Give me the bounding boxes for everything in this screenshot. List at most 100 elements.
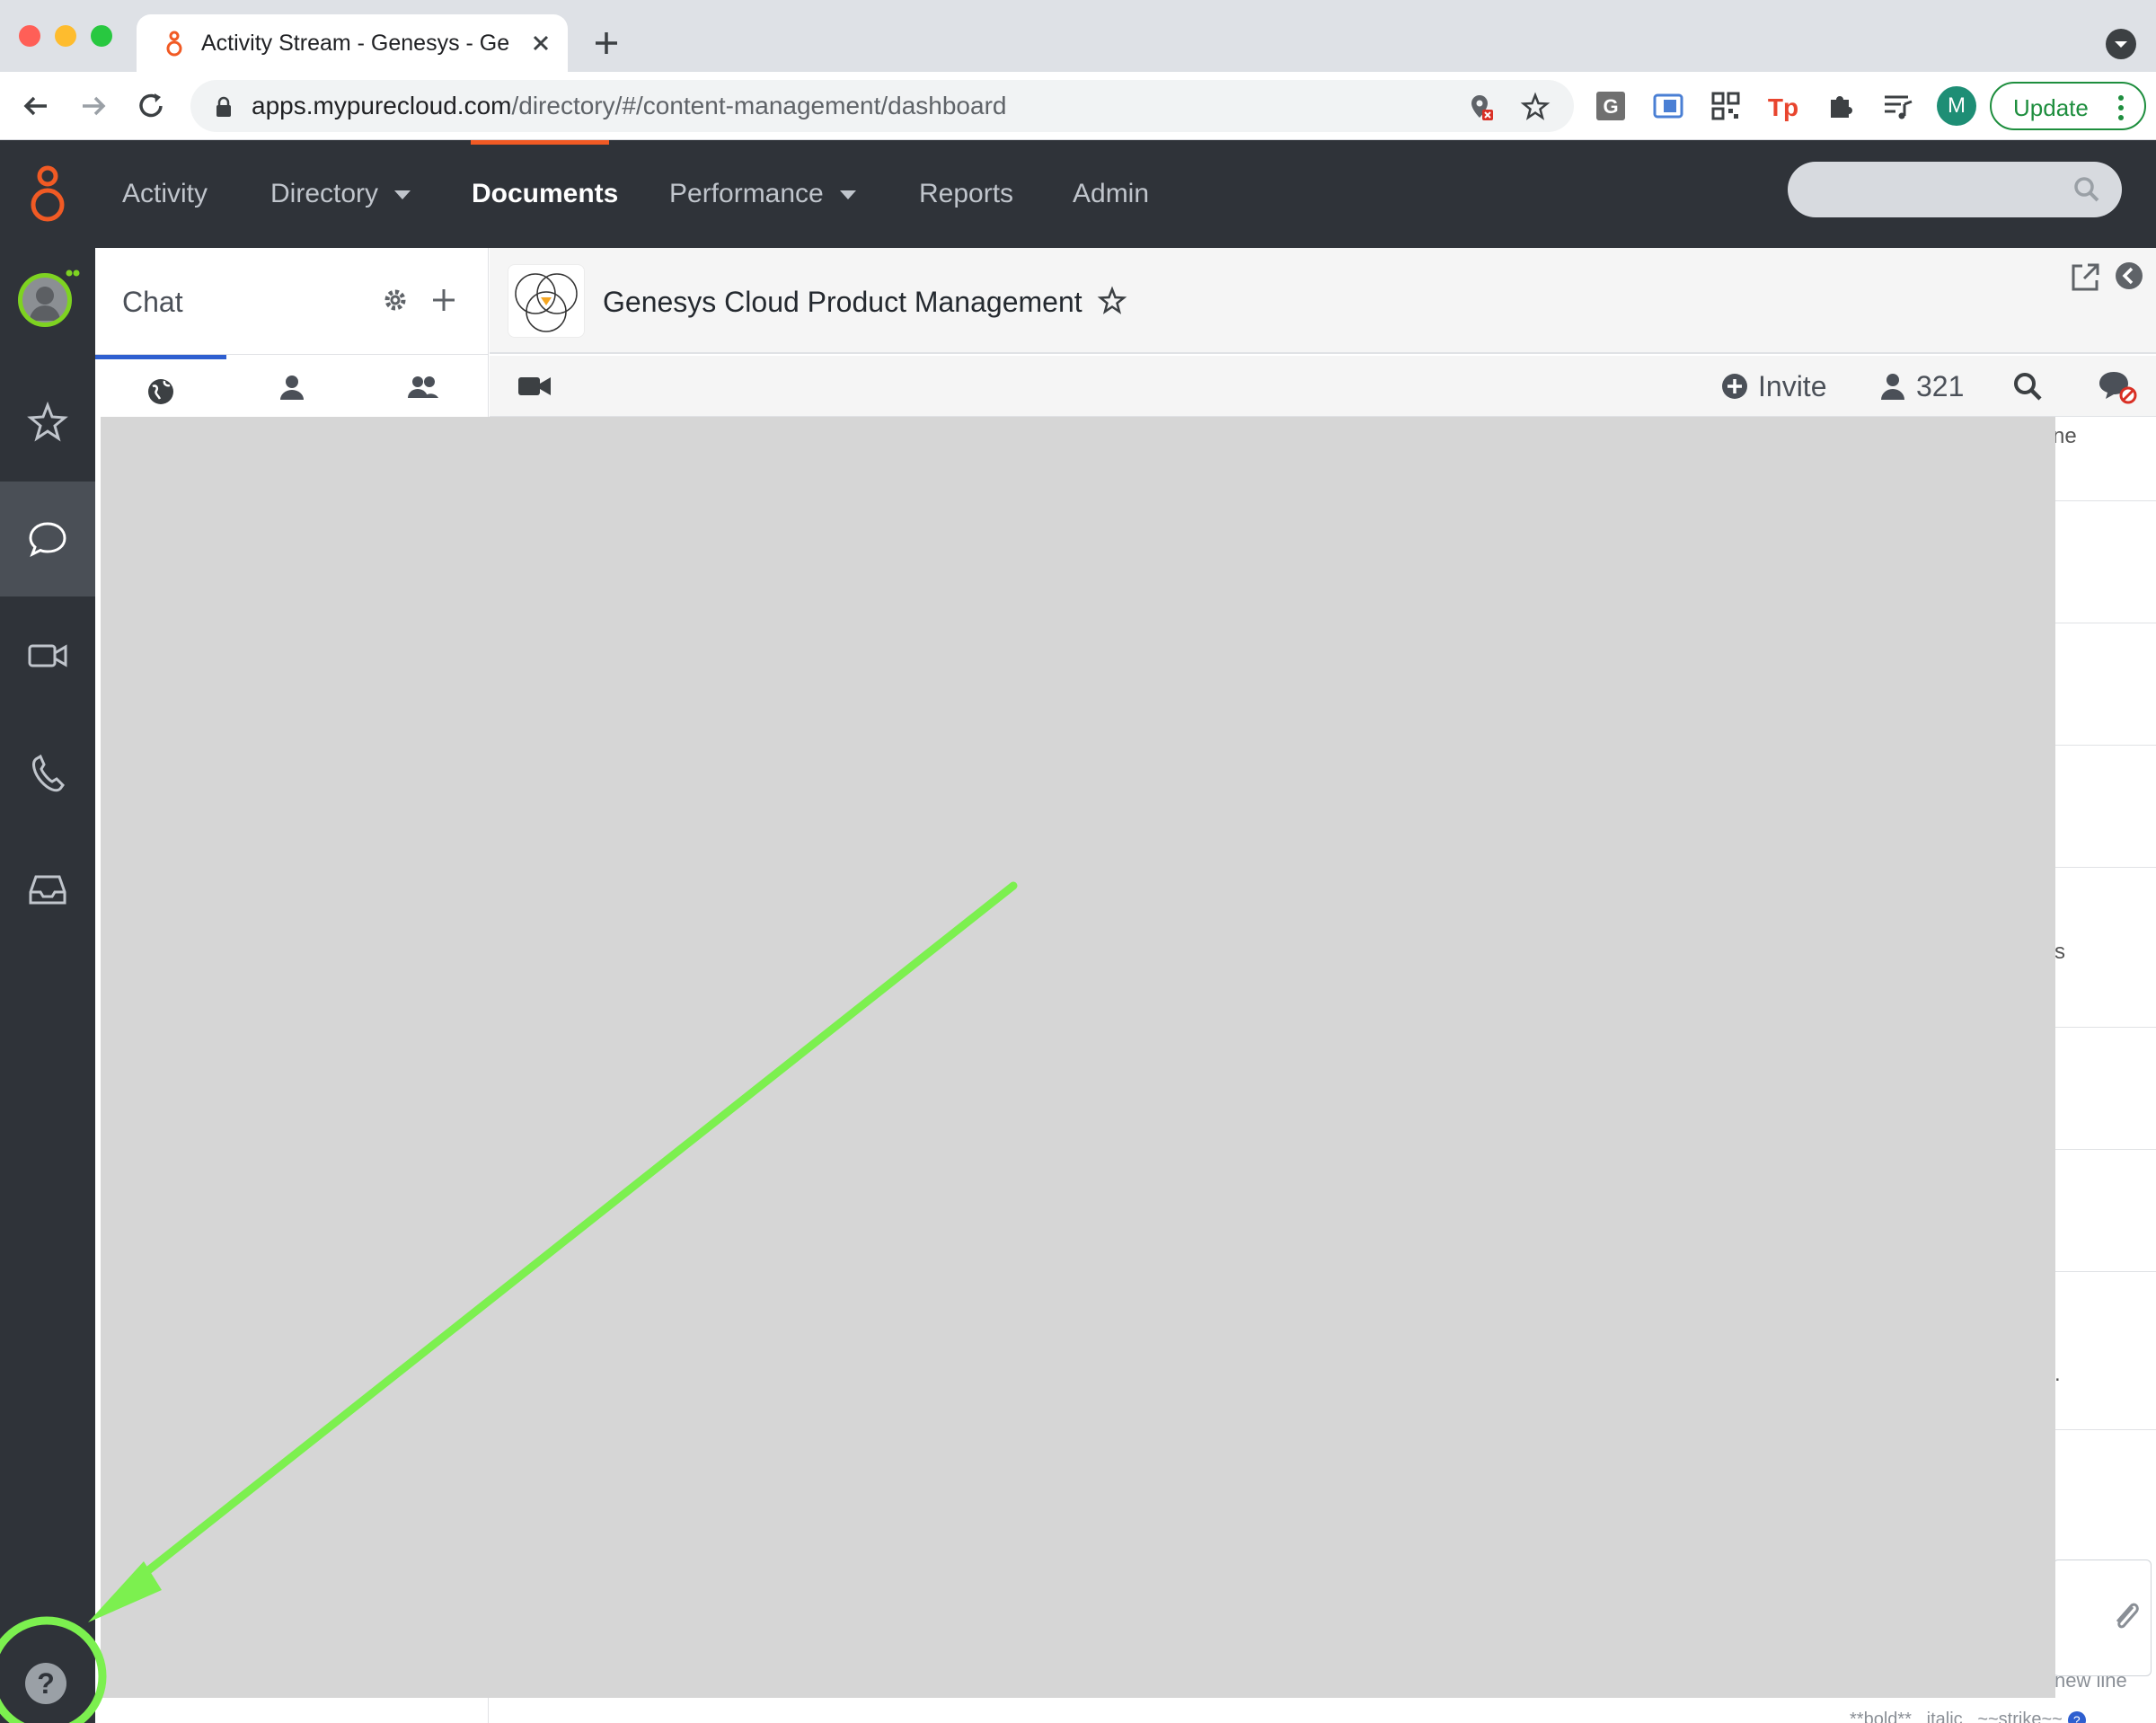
chat-panel-title: Chat bbox=[122, 286, 183, 318]
list-item bbox=[2054, 868, 2156, 1028]
close-window-button[interactable] bbox=[19, 25, 40, 47]
forward-arrow-icon[interactable] bbox=[75, 88, 111, 124]
lock-icon bbox=[216, 96, 231, 117]
favorite-star-icon[interactable] bbox=[1097, 286, 1127, 316]
paperclip-icon[interactable] bbox=[2109, 1598, 2142, 1634]
list-item bbox=[2054, 1272, 2156, 1430]
address-bar[interactable]: apps.mypurecloud.com/directory/#/content… bbox=[190, 80, 1574, 132]
user-presence-button[interactable] bbox=[0, 248, 95, 363]
member-count: 321 bbox=[1916, 370, 1965, 402]
app-window: Activity Stream - Genesys - Ge apps.mypu… bbox=[0, 0, 2156, 1723]
genesys-logo-icon[interactable] bbox=[25, 160, 70, 228]
inbox-tray-icon bbox=[29, 875, 66, 905]
star-icon bbox=[27, 401, 68, 442]
active-nav-indicator bbox=[471, 140, 609, 145]
nav-activity[interactable]: Activity bbox=[122, 176, 208, 212]
list-item bbox=[2054, 1150, 2156, 1272]
bookmark-star-icon[interactable] bbox=[1520, 92, 1551, 122]
app-top-nav: Activity Directory Documents Performance… bbox=[0, 140, 2156, 248]
phone-icon bbox=[32, 754, 65, 792]
list-item bbox=[2054, 1028, 2156, 1150]
sidebar-item-favorites[interactable] bbox=[0, 365, 95, 480]
chat-bubble-icon bbox=[29, 522, 66, 558]
location-blocked-icon[interactable] bbox=[1466, 92, 1497, 122]
globe-icon bbox=[148, 379, 173, 404]
plus-circle-icon bbox=[1722, 374, 1747, 399]
left-sidebar: ? bbox=[0, 248, 95, 1723]
search-icon[interactable] bbox=[2012, 371, 2043, 402]
nav-directory-label: Directory bbox=[270, 179, 379, 208]
tab-all-rooms[interactable] bbox=[95, 355, 226, 418]
person-icon bbox=[280, 376, 304, 400]
video-camera-icon bbox=[28, 644, 67, 667]
grammarly-extension-icon[interactable]: G bbox=[1594, 89, 1628, 123]
search-icon bbox=[2074, 177, 2099, 202]
person-icon bbox=[1881, 374, 1904, 400]
update-label: Update bbox=[2013, 94, 2089, 121]
list-item bbox=[2054, 746, 2156, 868]
nav-directory[interactable]: Directory bbox=[270, 176, 411, 212]
app-search-input[interactable] bbox=[1788, 162, 2122, 217]
media-control-icon[interactable] bbox=[1881, 89, 1915, 123]
browser-tab-active[interactable]: Activity Stream - Genesys - Ge bbox=[137, 14, 568, 72]
list-item bbox=[2054, 623, 2156, 746]
list-item bbox=[2054, 419, 2156, 501]
video-call-icon[interactable] bbox=[517, 372, 552, 401]
notifications-muted-icon[interactable] bbox=[2098, 368, 2137, 404]
tab-title: Activity Stream - Genesys - Ge bbox=[201, 31, 510, 56]
qr-code-extension-icon[interactable] bbox=[1709, 89, 1743, 123]
room-title: Genesys Cloud Product Management bbox=[603, 286, 1082, 318]
nav-reports[interactable]: Reports bbox=[919, 176, 1013, 212]
room-toolbar: Invite 321 bbox=[490, 356, 2156, 417]
minimize-window-button[interactable] bbox=[55, 25, 76, 47]
popout-icon[interactable] bbox=[2068, 261, 2102, 295]
user-avatar bbox=[18, 273, 72, 327]
genesys-favicon-icon bbox=[166, 31, 182, 57]
sidebar-item-video[interactable] bbox=[0, 598, 95, 713]
formatting-hint: **bold** _italic_ ~~strike~~? bbox=[1850, 1709, 2086, 1723]
room-header: Genesys Cloud Product Management bbox=[490, 248, 2156, 354]
help-button[interactable]: ? bbox=[25, 1663, 66, 1704]
profile-avatar[interactable]: M bbox=[1937, 86, 1976, 126]
tab-close-icon[interactable] bbox=[528, 31, 553, 56]
message-input[interactable] bbox=[2053, 1560, 2152, 1676]
group-icon bbox=[408, 376, 438, 398]
tp-extension-icon[interactable]: Tp bbox=[1766, 89, 1800, 123]
gear-icon[interactable] bbox=[381, 286, 410, 314]
kebab-menu-icon bbox=[2118, 95, 2124, 120]
new-tab-icon[interactable] bbox=[590, 27, 623, 59]
invite-label: Invite bbox=[1758, 370, 1827, 402]
nav-admin[interactable]: Admin bbox=[1073, 176, 1149, 212]
browser-tab-strip: Activity Stream - Genesys - Ge bbox=[0, 0, 2156, 72]
help-icon[interactable]: ? bbox=[2067, 1710, 2086, 1723]
maximize-window-button[interactable] bbox=[91, 25, 112, 47]
tab-groups[interactable] bbox=[358, 355, 489, 418]
nav-performance-label: Performance bbox=[669, 179, 824, 208]
tab-people[interactable] bbox=[226, 355, 358, 418]
nav-documents[interactable]: Documents bbox=[472, 176, 618, 212]
svg-text:G: G bbox=[1603, 95, 1618, 118]
url-text: apps.mypurecloud.com/directory/#/content… bbox=[252, 92, 1007, 119]
translate-extension-icon[interactable] bbox=[1651, 89, 1685, 123]
browser-toolbar: apps.mypurecloud.com/directory/#/content… bbox=[0, 72, 2156, 140]
formatting-hint-text: **bold** _italic_ ~~strike~~ bbox=[1850, 1710, 2063, 1723]
sidebar-item-phone[interactable] bbox=[0, 715, 95, 830]
extensions-puzzle-icon[interactable] bbox=[1824, 89, 1858, 123]
reload-icon[interactable] bbox=[133, 88, 169, 124]
chat-filter-tabs bbox=[95, 354, 489, 417]
sidebar-item-chat[interactable] bbox=[0, 482, 95, 596]
quote-icon bbox=[66, 269, 80, 277]
list-item bbox=[2054, 501, 2156, 623]
chevron-down-icon bbox=[394, 190, 411, 200]
svg-text:Tp: Tp bbox=[1768, 93, 1798, 121]
room-avatar bbox=[508, 264, 585, 338]
update-button[interactable]: Update bbox=[1990, 82, 2146, 130]
chevron-down-icon bbox=[839, 190, 856, 200]
back-arrow-icon[interactable] bbox=[18, 88, 54, 124]
plus-icon[interactable] bbox=[429, 286, 458, 314]
tab-search-icon[interactable] bbox=[2106, 29, 2136, 59]
sidebar-item-inbox[interactable] bbox=[0, 832, 95, 947]
collapse-chevron-icon[interactable] bbox=[2114, 261, 2144, 291]
redacted-region bbox=[101, 417, 2055, 1698]
nav-performance[interactable]: Performance bbox=[669, 176, 856, 212]
